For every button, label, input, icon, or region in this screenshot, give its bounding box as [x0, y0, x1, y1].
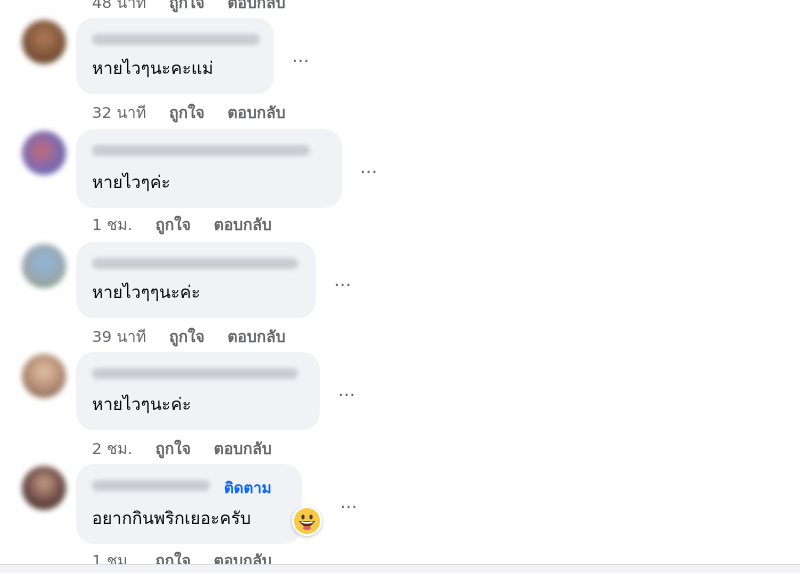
comment-actions: 32 นาที ถูกใจ ตอบกลับ [92, 100, 303, 125]
author-name-blurred[interactable] [92, 145, 310, 156]
like-button[interactable]: ถูกใจ [155, 440, 190, 458]
comment-text: หายไวๆนะค่ะ [92, 395, 192, 415]
more-options-icon[interactable]: ... [334, 270, 351, 291]
author-name-blurred[interactable] [92, 368, 298, 379]
comment-item: หายไวๆนะค่ะ ... 2 ชม. ถูกใจ ตอบกลับ [0, 352, 800, 462]
comment-bubble: หายไวๆนะคะแม่ [76, 18, 274, 94]
avatar[interactable] [22, 131, 66, 175]
grinning-face-icon [294, 508, 320, 534]
comment-actions: 2 ชม. ถูกใจ ตอบกลับ [92, 436, 290, 461]
comment-item: หายไวๆนะคะแม่ ... 32 นาที ถูกใจ ตอบกลับ [0, 18, 800, 128]
more-options-icon[interactable]: ... [292, 46, 309, 67]
like-button[interactable]: ถูกใจ [169, 0, 204, 12]
avatar[interactable] [22, 20, 66, 64]
comment-actions: 39 นาที ถูกใจ ตอบกลับ [92, 324, 303, 349]
comment-time: 32 นาที [92, 104, 147, 122]
author-name-blurred[interactable] [92, 258, 298, 269]
reply-button[interactable]: ตอบกลับ [227, 0, 285, 12]
avatar[interactable] [22, 244, 66, 288]
avatar[interactable] [22, 466, 66, 510]
top-comment-actions: 48 นาที ถูกใจ ตอบกลับ [92, 0, 303, 15]
comment-item: หายไวๆๆนะค่ะ ... 39 นาที ถูกใจ ตอบกลับ [0, 242, 800, 352]
like-button[interactable]: ถูกใจ [169, 328, 204, 346]
comment-time: 48 นาที [92, 0, 147, 12]
author-name-blurred[interactable] [92, 480, 210, 491]
avatar[interactable] [22, 354, 66, 398]
reply-button[interactable]: ตอบกลับ [214, 216, 272, 234]
follow-button[interactable]: ติดตาม [224, 476, 272, 500]
comment-item: หายไวๆค่ะ ... 1 ชม. ถูกใจ ตอบกลับ [0, 129, 800, 239]
like-button[interactable]: ถูกใจ [155, 216, 190, 234]
comment-actions: 1 ชม. ถูกใจ ตอบกลับ [92, 212, 290, 237]
reply-button[interactable]: ตอบกลับ [214, 440, 272, 458]
comment-item: ติดตาม อยากกินพริกเยอะครับ ... 1 ชม. ถูก… [0, 464, 800, 574]
comment-bubble: หายไวๆๆนะค่ะ [76, 242, 316, 318]
comment-time: 2 ชม. [92, 440, 133, 458]
reply-button[interactable]: ตอบกลับ [227, 104, 285, 122]
more-options-icon[interactable]: ... [360, 157, 377, 178]
comment-time: 1 ชม. [92, 216, 133, 234]
comment-text: หายไวๆค่ะ [92, 173, 171, 193]
reply-button[interactable]: ตอบกลับ [227, 328, 285, 346]
comment-text: อยากกินพริกเยอะครับ [92, 509, 251, 529]
comment-text: หายไวๆนะคะแม่ [92, 59, 214, 79]
like-button[interactable]: ถูกใจ [169, 104, 204, 122]
comment-bubble: ติดตาม อยากกินพริกเยอะครับ [76, 464, 302, 544]
more-options-icon[interactable]: ... [340, 492, 357, 513]
comment-time: 39 นาที [92, 328, 147, 346]
comment-text: หายไวๆๆนะค่ะ [92, 283, 201, 303]
comment-bubble: หายไวๆนะค่ะ [76, 352, 320, 430]
more-options-icon[interactable]: ... [338, 380, 355, 401]
reaction-badge[interactable] [292, 506, 322, 536]
comment-bubble: หายไวๆค่ะ [76, 129, 342, 208]
author-name-blurred[interactable] [92, 34, 260, 45]
